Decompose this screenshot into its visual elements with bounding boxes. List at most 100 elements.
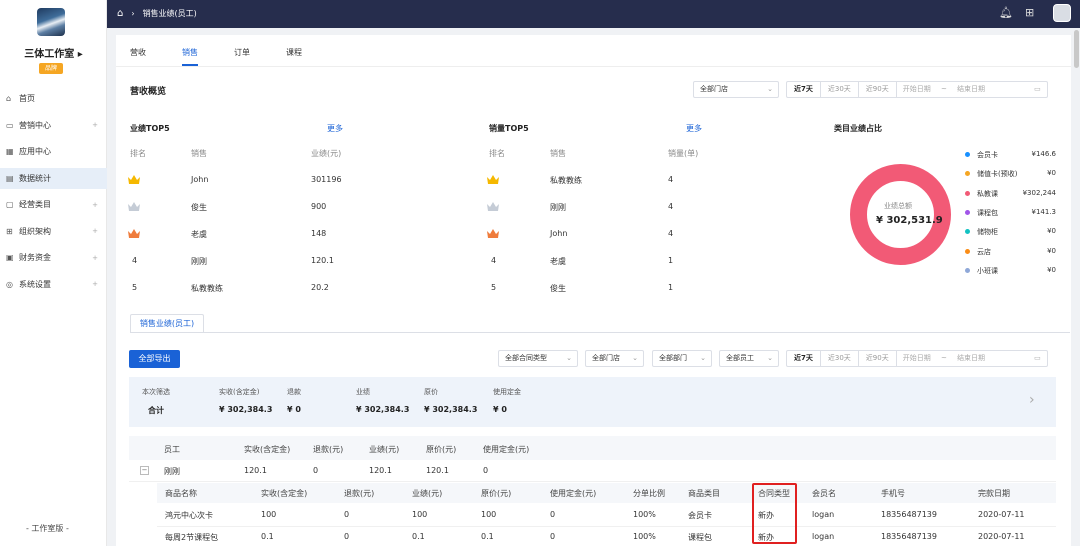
sub-table-cell: 0.1 xyxy=(412,532,425,541)
sub-table-cell: 2020-07-11 xyxy=(978,510,1025,519)
sidebar-item-6[interactable]: ▣ 财务资金 + xyxy=(0,247,107,268)
sub-table-row: 每周2节课程包 0.1 0 0.1 0.1 0 100% 课程包 新办 logan 18356487… xyxy=(157,527,1056,546)
sales-more-link[interactable]: 更多 xyxy=(686,123,702,134)
table-header-cell: 原价(元) xyxy=(426,445,457,454)
tab-revenue[interactable]: 营收 xyxy=(130,47,146,58)
sub-header-cell: 实收(含定金) xyxy=(261,489,308,498)
department-select[interactable]: 全部部门 ⌄ xyxy=(652,350,712,367)
sales-header-sales: 销售 xyxy=(550,149,566,158)
sub-header-cell: 业绩(元) xyxy=(412,489,443,498)
sub-table-cell: 0 xyxy=(550,510,556,519)
contract-type-select[interactable]: 全部合同类型 ⌄ xyxy=(498,350,578,367)
range-30d[interactable]: 近30天 xyxy=(821,82,859,97)
summary-col-label: 实收(含定金) xyxy=(219,388,260,396)
staff-range-7d[interactable]: 近7天 xyxy=(787,351,821,366)
staff-start-date: 开始日期 xyxy=(902,354,931,362)
donut-center-label: 业绩总额 xyxy=(884,202,912,210)
sidebar-item-7[interactable]: ◎ 系统设置 + xyxy=(0,274,107,295)
sub-header-cell: 完款日期 xyxy=(978,489,1010,498)
staff-date-range-input[interactable]: 开始日期 ~ 结束日期 ▭ xyxy=(897,351,1047,366)
sidebar-item-4[interactable]: ▢ 经营类目 + xyxy=(0,194,107,215)
summary-col-value: ¥ 0 xyxy=(493,405,507,414)
tab-orders[interactable]: 订单 xyxy=(234,47,250,58)
brand-badge: 品牌 xyxy=(39,63,63,74)
apps-icon: ▦ xyxy=(6,147,14,156)
marketing-icon: ▭ xyxy=(6,120,14,130)
sidebar-item-label: 首页 xyxy=(19,94,35,103)
tab-bar: 营收 销售 订单 课程 xyxy=(116,35,1071,67)
rank-name: 私教教练 xyxy=(191,284,223,293)
plus-icon: + xyxy=(92,200,98,209)
perf-header-rank: 排名 xyxy=(130,149,146,158)
legend-label: 私教课 xyxy=(977,189,998,198)
rank-crown-icon xyxy=(487,175,499,184)
sidebar-item-label: 经营类目 xyxy=(19,200,51,209)
rank-name: 刚刚 xyxy=(550,203,566,212)
rank-number: 4 xyxy=(491,256,497,265)
range-7d[interactable]: 近7天 xyxy=(787,82,821,97)
rank-name: 私教教练 xyxy=(550,176,582,185)
sidebar-item-label: 财务资金 xyxy=(19,253,51,262)
collapse-toggle[interactable]: − xyxy=(140,466,149,475)
sub-header-cell: 退款(元) xyxy=(344,489,375,498)
avatar[interactable] xyxy=(1053,4,1071,22)
sidebar-item-1[interactable]: ▭ 营销中心 + xyxy=(0,115,107,136)
rank-name: 老虞 xyxy=(191,230,207,239)
rank-name: John xyxy=(191,175,209,184)
bell-icon[interactable]: 🔔︎ xyxy=(999,6,1013,19)
tab-courses[interactable]: 课程 xyxy=(286,47,302,58)
sidebar-item-0[interactable]: ⌂ 首页 xyxy=(0,88,107,109)
table-cell: 120.1 xyxy=(426,466,449,475)
date-range-selector: 近7天 近30天 近90天 开始日期 ~ 结束日期 ▭ xyxy=(786,81,1048,98)
tab-sales[interactable]: 销售 xyxy=(182,47,198,58)
legend-value: ¥0 xyxy=(1047,246,1056,255)
staff-end-date: 结束日期 xyxy=(957,354,986,362)
sub-header-cell: 使用定金(元) xyxy=(550,489,597,498)
sidebar-item-3[interactable]: ▤ 数据统计 xyxy=(0,167,107,189)
sub-table-cell: 每周2节课程包 xyxy=(165,533,219,542)
donut-center-value: ¥ 302,531.9 xyxy=(876,215,943,226)
summary-total-label: 合计 xyxy=(148,406,164,415)
rank-value: 120.1 xyxy=(311,256,334,265)
export-all-button[interactable]: 全部导出 xyxy=(129,350,180,368)
date-range-input[interactable]: 开始日期 ~ 结束日期 ▭ xyxy=(897,82,1047,97)
staff-range-30d[interactable]: 近30天 xyxy=(821,351,859,366)
sub-header-cell: 商品类目 xyxy=(688,489,720,498)
finance-icon: ▣ xyxy=(6,253,14,262)
sidebar-item-5[interactable]: ⊞ 组织架构 + xyxy=(0,221,107,242)
sub-table-cell: logan xyxy=(812,510,835,519)
summary-col-label: 业绩 xyxy=(356,388,370,396)
subtab-staff-perf[interactable]: 销售业绩(员工) xyxy=(130,314,204,333)
sidebar-item-label: 组织架构 xyxy=(19,226,51,236)
sub-table-cell: 0.1 xyxy=(261,532,274,541)
legend-value: ¥0 xyxy=(1047,227,1056,236)
employee-select[interactable]: 全部员工 ⌄ xyxy=(719,350,779,367)
perf-more-link[interactable]: 更多 xyxy=(327,123,343,134)
legend-value: ¥146.6 xyxy=(1031,150,1057,158)
highlight-contract-type xyxy=(752,483,797,544)
calendar-icon: ▭ xyxy=(1034,85,1041,93)
store-filter-value: 全部门店 xyxy=(592,354,620,362)
sub-table-cell: 100 xyxy=(261,510,277,519)
main-panel: 营收 销售 订单 课程 营收概览 全部门店 ⌄ 近7天 近30天 近90天 开始日… xyxy=(116,35,1071,546)
home-icon[interactable]: ⌂ xyxy=(117,8,123,19)
grid-apps-icon[interactable]: ⊞ xyxy=(1025,6,1034,19)
employee-name: 刚刚 xyxy=(164,467,180,476)
scrollbar[interactable] xyxy=(1074,30,1079,68)
table-header-cell: 实收(含定金) xyxy=(244,445,291,454)
staff-range-90d[interactable]: 近90天 xyxy=(859,351,897,366)
sales-top5-title: 销量TOP5 xyxy=(489,124,529,133)
rank-name: 俊生 xyxy=(550,284,566,293)
range-90d[interactable]: 近90天 xyxy=(859,82,897,97)
chevron-right-icon[interactable]: › xyxy=(1029,392,1035,408)
store-select[interactable]: 全部门店 ⌄ xyxy=(693,81,779,98)
plus-icon: + xyxy=(92,227,98,235)
rank-crown-icon xyxy=(128,202,140,211)
overview-title: 营收概览 xyxy=(130,87,167,97)
studio-logo[interactable] xyxy=(37,8,65,36)
sidebar-item-2[interactable]: ▦ 应用中心 xyxy=(0,141,107,162)
chevron-down-icon: ⌄ xyxy=(767,354,773,362)
store-filter-select[interactable]: 全部门店 ⌄ xyxy=(585,350,644,367)
studio-name[interactable]: 三体工作室 ▸ xyxy=(0,45,107,60)
chevron-down-icon: ⌄ xyxy=(566,354,572,362)
